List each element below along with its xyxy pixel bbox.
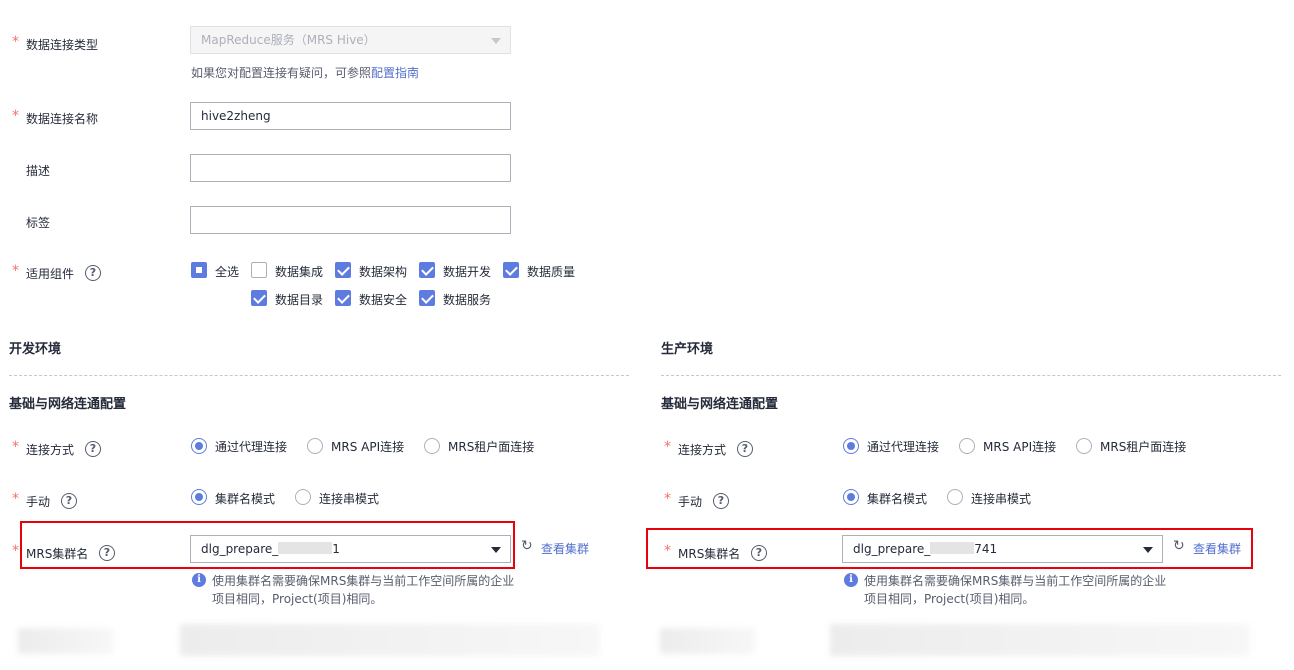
info-icon: i xyxy=(844,573,858,587)
caret-down-icon xyxy=(491,547,501,553)
conn-type-select: MapReduce服务（MRS Hive） xyxy=(190,26,511,54)
checkbox-label: 数据服务 xyxy=(443,293,492,307)
checkbox-label: 数据安全 xyxy=(359,293,408,307)
redaction-mask xyxy=(278,542,333,554)
prod-radio-connstr-mode[interactable] xyxy=(947,489,963,505)
dev-view-cluster-link[interactable]: 查看集群 xyxy=(541,540,589,557)
conn-type-hint: 如果您对配置连接有疑问，可参照配置指南 xyxy=(191,66,420,80)
radio-label: MRS API连接 xyxy=(983,440,1057,454)
blurred-region xyxy=(660,628,755,654)
required-mark: * xyxy=(12,108,19,124)
radio-label: 集群名模式 xyxy=(867,492,928,506)
checkbox-data-catalog[interactable] xyxy=(251,290,267,306)
blurred-region xyxy=(180,624,600,656)
help-circle-icon[interactable]: ? xyxy=(99,545,115,561)
help-circle-icon[interactable]: ? xyxy=(85,265,101,281)
dev-radio-connstr-mode[interactable] xyxy=(295,489,311,505)
dev-env-title: 开发环境 xyxy=(9,342,62,357)
checkbox-label: 数据目录 xyxy=(275,293,324,307)
required-mark: * xyxy=(12,439,19,455)
radio-label: 连接串模式 xyxy=(971,492,1032,506)
divider xyxy=(9,375,629,376)
prod-cluster-hint: 使用集群名需要确保MRS集群与当前工作空间所属的企业 项目相同，Project(… xyxy=(864,574,1167,606)
required-mark: * xyxy=(664,439,671,455)
required-mark: * xyxy=(664,491,671,507)
required-mark: * xyxy=(12,543,19,559)
help-circle-icon[interactable]: ? xyxy=(85,441,101,457)
radio-label: MRS租户面连接 xyxy=(1100,440,1187,454)
dev-radio-mrs-api[interactable] xyxy=(307,438,323,454)
dev-radio-cluster-name-mode[interactable] xyxy=(191,489,207,505)
help-circle-icon[interactable]: ? xyxy=(61,493,77,509)
prod-network-subtitle: 基础与网络连通配置 xyxy=(661,397,779,412)
help-circle-icon[interactable]: ? xyxy=(713,493,729,509)
checkbox-label: 数据集成 xyxy=(275,265,324,279)
checkbox-label: 全选 xyxy=(215,265,240,279)
blurred-region xyxy=(18,628,113,654)
required-mark: * xyxy=(664,543,671,559)
dev-cluster-hint: 使用集群名需要确保MRS集群与当前工作空间所属的企业 项目相同，Project(… xyxy=(212,574,515,606)
checkbox-data-development[interactable] xyxy=(419,262,435,278)
prod-radio-mrs-tenant[interactable] xyxy=(1076,438,1092,454)
dev-network-subtitle: 基础与网络连通配置 xyxy=(9,397,127,412)
checkbox-data-service[interactable] xyxy=(419,290,435,306)
prod-view-cluster-link[interactable]: 查看集群 xyxy=(1193,540,1241,557)
checkbox-label: 数据质量 xyxy=(527,265,576,279)
caret-down-icon xyxy=(1143,547,1153,553)
checkbox-data-architecture[interactable] xyxy=(335,262,351,278)
radio-label: 集群名模式 xyxy=(215,492,276,506)
checkbox-data-quality[interactable] xyxy=(503,262,519,278)
refresh-icon[interactable]: ↻ xyxy=(1173,538,1185,554)
config-guide-link[interactable]: 配置指南 xyxy=(371,66,419,80)
help-circle-icon[interactable]: ? xyxy=(737,441,753,457)
radio-label: 连接串模式 xyxy=(319,492,380,506)
redaction-mask xyxy=(930,542,975,554)
prod-radio-cluster-name-mode[interactable] xyxy=(843,489,859,505)
refresh-icon[interactable]: ↻ xyxy=(521,538,533,554)
radio-label: MRS租户面连接 xyxy=(448,440,535,454)
info-icon: i xyxy=(192,573,206,587)
prod-radio-proxy[interactable] xyxy=(843,438,859,454)
checkbox-data-security[interactable] xyxy=(335,290,351,306)
required-mark: * xyxy=(12,491,19,507)
dev-radio-mrs-tenant[interactable] xyxy=(424,438,440,454)
checkbox-label: 数据开发 xyxy=(443,265,492,279)
tags-input[interactable] xyxy=(190,206,511,234)
divider xyxy=(661,375,1281,376)
help-circle-icon[interactable]: ? xyxy=(751,545,767,561)
checkbox-label: 数据架构 xyxy=(359,265,408,279)
blurred-region xyxy=(830,624,1250,656)
dev-cluster-select[interactable]: dlg_prepare_ 1 xyxy=(190,535,511,563)
dev-radio-proxy[interactable] xyxy=(191,438,207,454)
prod-radio-mrs-api[interactable] xyxy=(959,438,975,454)
required-mark: * xyxy=(12,34,19,50)
prod-cluster-select[interactable]: dlg_prepare_ 741 xyxy=(842,535,1163,563)
prod-env-title: 生产环境 xyxy=(661,342,714,357)
radio-label: MRS API连接 xyxy=(331,440,405,454)
checkbox-select-all[interactable] xyxy=(191,262,207,278)
radio-label: 通过代理连接 xyxy=(867,440,940,454)
required-mark: * xyxy=(12,263,19,279)
caret-down-icon xyxy=(491,38,501,44)
checkbox-data-integration[interactable] xyxy=(251,262,267,278)
radio-label: 通过代理连接 xyxy=(215,440,288,454)
conn-name-input[interactable]: hive2zheng xyxy=(190,102,511,130)
desc-input[interactable] xyxy=(190,154,511,182)
